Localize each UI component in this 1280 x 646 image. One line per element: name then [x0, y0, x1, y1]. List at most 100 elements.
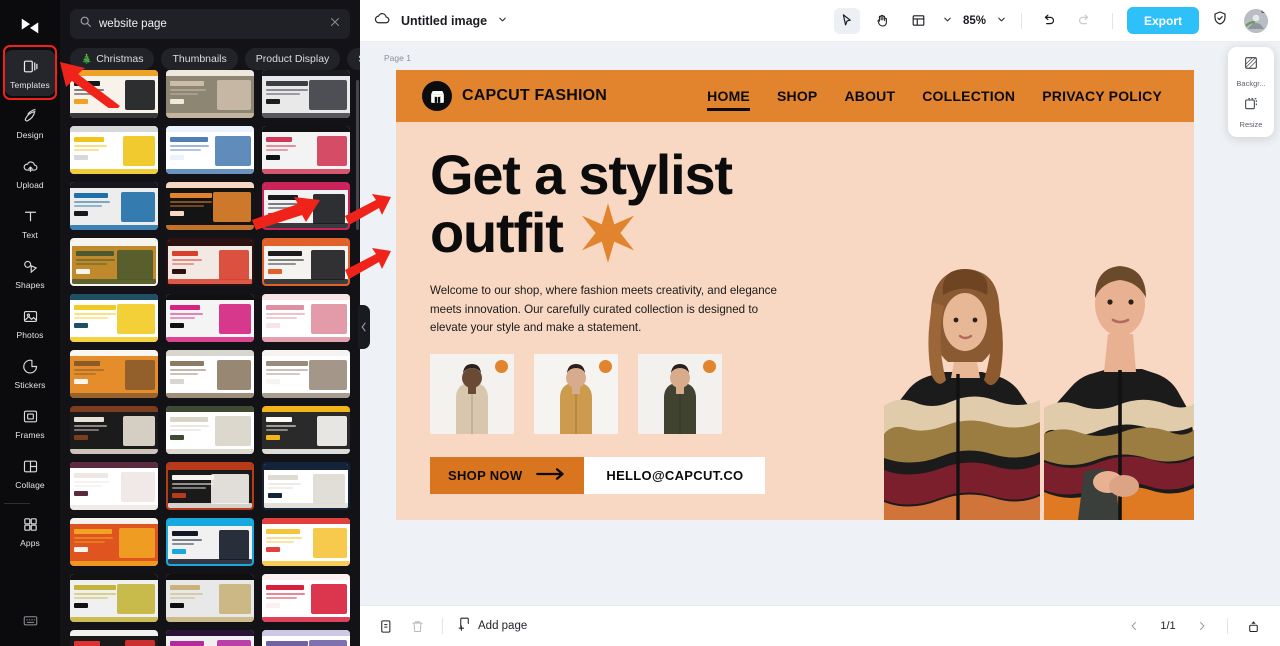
template-thumb-virtual-reality[interactable] — [166, 518, 254, 566]
undo-button[interactable] — [1036, 8, 1062, 34]
thumb-preview — [262, 126, 350, 174]
trash-icon[interactable] — [406, 615, 428, 637]
thumb-navbar — [166, 406, 254, 412]
zoom-chevron-down-icon[interactable] — [996, 12, 1007, 30]
filter-chip-sales-pr[interactable]: Sales Pr — [347, 48, 360, 70]
product-card-camel-puffer-model[interactable] — [534, 354, 618, 435]
template-thumb-upgrade-your-style[interactable] — [262, 126, 350, 174]
template-thumb-minimalist-interior-design[interactable] — [262, 294, 350, 342]
add-page-button[interactable]: Add page — [457, 616, 527, 636]
sidebar-item-text[interactable]: Text — [4, 200, 56, 246]
design-nav-about[interactable]: ABOUT — [844, 88, 895, 104]
sidebar-item-label: Photos — [16, 329, 44, 340]
clear-search-icon[interactable] — [329, 15, 341, 33]
template-thumb-cyber-monday-virtual-reality-sale[interactable] — [166, 630, 254, 646]
eight-point-star-icon — [577, 202, 639, 264]
next-page-button[interactable] — [1191, 615, 1213, 637]
template-thumb-fashion-collection-yellow[interactable] — [70, 294, 158, 342]
template-thumb-interior-article-layout[interactable] — [262, 350, 350, 398]
prev-page-button[interactable] — [1123, 615, 1145, 637]
template-thumb-architectural-sponsor[interactable] — [166, 126, 254, 174]
panel-scrollbar[interactable] — [355, 80, 359, 230]
document-title[interactable]: Untitled image — [401, 14, 487, 28]
template-thumb-discount-sale-orange[interactable] — [70, 70, 158, 118]
hand-tool-button[interactable] — [870, 8, 896, 34]
title-chevron-down-icon[interactable] — [497, 12, 508, 30]
template-thumb-woman-fashion-collection[interactable] — [166, 294, 254, 342]
shop-now-button[interactable]: SHOP NOW — [430, 457, 585, 495]
sidebar-item-collage[interactable]: Collage — [4, 450, 56, 496]
design-nav-shop[interactable]: SHOP — [777, 88, 817, 104]
thumb-image — [123, 416, 155, 446]
template-thumb-david-garcia-profile[interactable] — [70, 182, 158, 230]
template-thumb-indulge-in-blissful-brews[interactable] — [70, 350, 158, 398]
template-thumb-special-red-velvet-cake[interactable] — [262, 574, 350, 622]
layout-tool-button[interactable] — [906, 8, 932, 34]
design-nav-collection[interactable]: COLLECTION — [922, 88, 1015, 104]
panel-collapse-handle[interactable] — [358, 305, 370, 349]
filter-chip-product-display[interactable]: Product Display — [244, 48, 341, 70]
sidebar-item-frames[interactable]: Frames — [4, 400, 56, 446]
sidebar-item-apps[interactable]: Apps — [4, 508, 56, 554]
select-tool-button[interactable] — [833, 7, 860, 34]
filter-chip-thumbnails[interactable]: Thumbnails — [161, 48, 238, 70]
template-thumb-beige-interior-shop[interactable] — [166, 70, 254, 118]
right-panel-backgr[interactable]: Backgr... — [1229, 55, 1273, 88]
expand-icon[interactable] — [1242, 615, 1264, 637]
template-thumb-sports-car-product[interactable] — [70, 126, 158, 174]
template-thumb-best-seller-minimalism[interactable] — [70, 238, 158, 286]
template-thumb-upgrade-your-home-furniture[interactable] — [166, 406, 254, 454]
template-thumb-interior-design-purple[interactable] — [70, 462, 158, 510]
template-thumb-coffee-cups-grey[interactable] — [166, 350, 254, 398]
zoom-level[interactable]: 85% — [963, 15, 986, 27]
chip-label: Product Display — [255, 53, 330, 65]
template-thumb-best-furniture-special-sale[interactable] — [262, 238, 350, 286]
template-thumb-get-a-stylist-outfit[interactable] — [166, 182, 254, 230]
filter-chip-christmas[interactable]: 🎄 Christmas — [70, 48, 155, 70]
frames-icon — [22, 407, 39, 427]
contact-email-button[interactable]: HELLO@CAPCUT.CO — [584, 457, 766, 495]
design-artboard[interactable]: CAPCUT FASHION HOME SHOP ABOUT COLLECTION PR… — [396, 70, 1194, 520]
thumb-preview — [166, 574, 254, 622]
capcut-logo[interactable] — [0, 6, 60, 46]
product-card-olive-hoodie-model[interactable] — [638, 354, 722, 435]
template-thumb-sportwear-new-arrivals[interactable] — [70, 630, 158, 646]
search-bar[interactable] — [70, 9, 350, 39]
export-button[interactable]: Export — [1126, 7, 1199, 34]
shield-icon[interactable] — [1212, 10, 1228, 31]
template-thumb-platinum-watch-dark[interactable] — [166, 574, 254, 622]
keyboard-shortcuts-icon[interactable] — [0, 613, 60, 628]
canvas-area[interactable]: Page 1 CAPCUT FASHION HOME SHOP ABOUT CO… — [360, 42, 1280, 605]
template-thumb-the-best-furniture[interactable] — [70, 406, 158, 454]
sidebar-item-design[interactable]: Design — [4, 100, 56, 146]
design-nav-home[interactable]: HOME — [707, 88, 750, 111]
product-card-beige-jacket-model[interactable] — [430, 354, 514, 435]
thumb-navbar — [166, 70, 254, 76]
design-nav-links: HOME SHOP ABOUT COLLECTION PRIVACY POLICY — [707, 88, 1162, 111]
thumb-text — [74, 93, 96, 95]
template-thumb-dark-tech-gadget[interactable] — [262, 70, 350, 118]
cloud-sync-icon[interactable] — [374, 10, 391, 32]
right-panel-label: Backgr... — [1236, 79, 1266, 88]
template-thumb-explore-food-made-with-love[interactable] — [262, 518, 350, 566]
duplicate-icon[interactable] — [374, 615, 396, 637]
template-thumb-best-headphone-collection[interactable] — [262, 182, 350, 230]
template-thumb-best-furniture-dark[interactable] — [70, 574, 158, 622]
template-thumb-home-furniture-new-arrivals[interactable] — [166, 462, 254, 510]
template-thumb-best-delicious-japanese-food[interactable] — [262, 406, 350, 454]
search-input[interactable] — [99, 18, 322, 30]
template-thumb-team-people-purple[interactable] — [262, 630, 350, 646]
layout-chevron-down-icon[interactable] — [942, 12, 953, 30]
redo-button[interactable] — [1072, 8, 1098, 34]
sidebar-item-photos[interactable]: Photos — [4, 300, 56, 346]
template-thumb-man-collection-new-year-sale[interactable] — [262, 462, 350, 510]
template-thumb-delicious-burger[interactable] — [70, 518, 158, 566]
design-nav-privacy-policy[interactable]: PRIVACY POLICY — [1042, 88, 1162, 104]
sidebar-item-shapes[interactable]: Shapes — [4, 250, 56, 296]
sidebar-item-stickers[interactable]: Stickers — [4, 350, 56, 396]
sidebar-item-templates[interactable]: Templates — [4, 50, 56, 96]
template-thumb-design-interior-red[interactable] — [166, 238, 254, 286]
sidebar-item-upload[interactable]: Upload — [4, 150, 56, 196]
right-panel-resize[interactable]: Resize — [1229, 96, 1273, 129]
avatar[interactable]: 80 — [1244, 8, 1268, 33]
